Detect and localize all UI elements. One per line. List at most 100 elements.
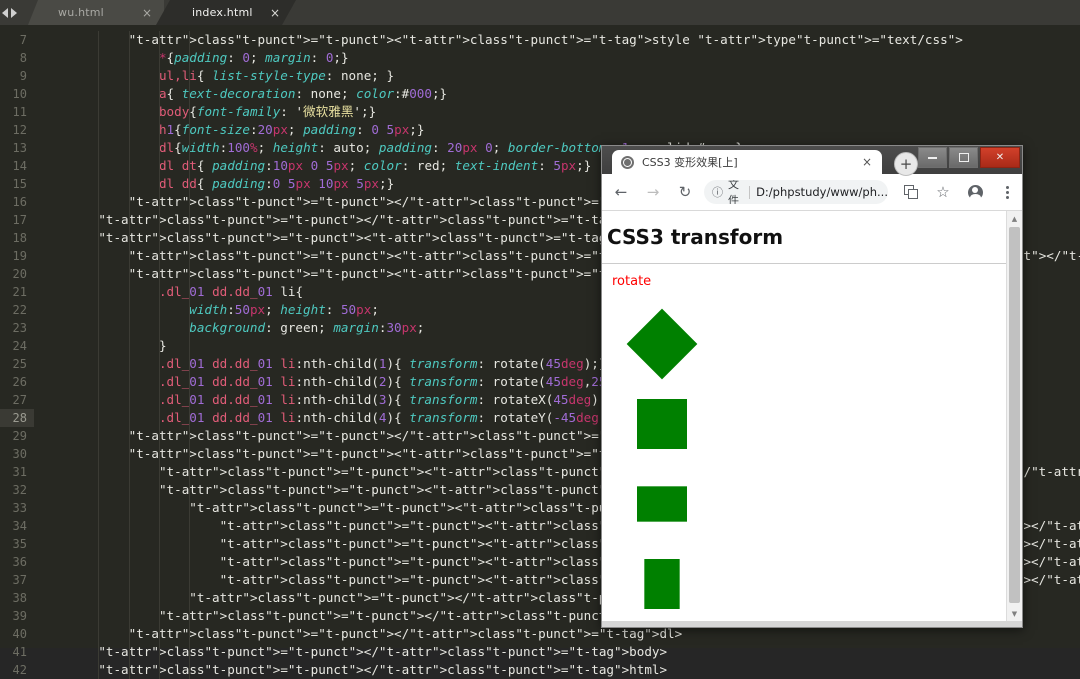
line-number-text: 21 — [12, 285, 27, 299]
line-number: 38 — [0, 589, 34, 607]
code-line[interactable]: width:50px; height: 50px; — [189, 301, 379, 319]
copy-glyph — [904, 185, 918, 199]
line-number-text: 20 — [12, 267, 27, 281]
line-number: 14 — [0, 157, 34, 175]
code-line[interactable]: "t-attr">class"t-punct">="t-punct"></"t-… — [98, 643, 667, 661]
bookmark-star-icon[interactable]: ☆ — [930, 179, 956, 205]
info-icon[interactable]: ⓘ — [712, 184, 723, 200]
tab-scroll-arrows[interactable] — [0, 4, 24, 22]
maximize-button[interactable] — [949, 147, 978, 168]
line-number-text: 29 — [12, 429, 27, 443]
scroll-up-icon[interactable]: ▲ — [1007, 211, 1022, 226]
browser-toolbar[interactable]: ← → ↻ ⓘ 文件 D:/phpstudy/www/ph... ☆ — [602, 174, 1022, 211]
code-line[interactable]: "t-attr">class"t-punct">="t-punct"><"t-a… — [98, 229, 659, 247]
code-line[interactable]: body{font-family: '微软雅黑';} — [159, 103, 376, 121]
line-number: 34 — [0, 517, 34, 535]
scrollbar-thumb[interactable] — [1009, 227, 1020, 603]
url-text: D:/phpstudy/www/ph... — [756, 185, 888, 199]
code-line[interactable]: "t-attr">class"t-punct">="t-punct"></"t-… — [98, 661, 667, 679]
line-number: 33 — [0, 499, 34, 517]
line-number: 25 — [0, 355, 34, 373]
browser-tab[interactable]: CSS3 变形效果[上] × — [612, 150, 882, 174]
code-line[interactable]: .dl_01 dd.dd_01 li{ — [159, 283, 303, 301]
line-number-text: 31 — [12, 465, 27, 479]
code-line[interactable]: background: green; margin:30px; — [189, 319, 424, 337]
tab-close-icon[interactable]: × — [142, 6, 152, 20]
page-scrollbar[interactable]: ▲ ▼ — [1006, 211, 1022, 621]
line-number-text: 30 — [12, 447, 27, 461]
line-number: 31 — [0, 463, 34, 481]
window-titlebar[interactable]: CSS3 变形效果[上] × + ✕ — [602, 146, 1022, 176]
page-viewport[interactable]: CSS3 transform rotate ▲ ▼ — [602, 211, 1022, 621]
line-number-text: 14 — [12, 159, 27, 173]
avatar-glyph — [967, 184, 983, 201]
scroll-left-icon[interactable] — [2, 8, 8, 18]
close-button[interactable]: ✕ — [980, 147, 1020, 168]
line-number-text: 32 — [12, 483, 27, 497]
line-number-text: 23 — [12, 321, 27, 335]
line-number: 15 — [0, 175, 34, 193]
line-number-text: 9 — [19, 69, 27, 83]
browser-tab-close-icon[interactable]: × — [862, 155, 872, 169]
line-number: 13 — [0, 139, 34, 157]
profile-avatar-icon[interactable] — [962, 179, 988, 205]
line-number: 42 — [0, 661, 34, 679]
line-number-text: 16 — [12, 195, 27, 209]
line-number: 18 — [0, 229, 34, 247]
line-number: 21 — [0, 283, 34, 301]
indent-guide — [189, 31, 191, 679]
code-line[interactable]: } — [159, 337, 167, 355]
line-number-text: 37 — [12, 573, 27, 587]
browser-tab-title: CSS3 变形效果[上] — [642, 156, 738, 169]
line-number: 10 — [0, 85, 34, 103]
kebab-menu-icon[interactable] — [994, 179, 1020, 205]
close-icon: ✕ — [995, 151, 1005, 163]
reload-icon[interactable]: ↻ — [672, 179, 698, 205]
minimize-button[interactable] — [918, 147, 947, 168]
line-number: 11 — [0, 103, 34, 121]
code-line[interactable]: a{ text-decoration: none; color:#000;} — [159, 85, 447, 103]
code-line[interactable]: .dl_01 dd.dd_01 li:nth-child(3){ transfo… — [159, 391, 614, 409]
code-line[interactable]: ul,li{ list-style-type: none; } — [159, 67, 394, 85]
editor-tab-bar: wu.html × index.html × — [0, 0, 1080, 25]
code-line[interactable]: *{padding: 0; margin: 0;} — [159, 49, 349, 67]
line-number-text: 40 — [12, 627, 27, 641]
code-line[interactable]: .dl_01 dd.dd_01 li:nth-child(2){ transfo… — [159, 373, 652, 391]
editor-tab-wu-html[interactable]: wu.html × — [28, 0, 164, 25]
line-number-text: 24 — [12, 339, 27, 353]
window-controls[interactable]: ✕ — [918, 147, 1020, 168]
line-number-text: 27 — [12, 393, 27, 407]
line-number-text: 19 — [12, 249, 27, 263]
scroll-right-icon[interactable] — [11, 8, 17, 18]
new-tab-button[interactable]: + — [894, 152, 918, 176]
tab-close-icon[interactable]: × — [270, 6, 280, 20]
tab-label: index.html — [192, 6, 253, 19]
indent-guide — [128, 31, 130, 679]
code-line[interactable]: .dl_01 dd.dd_01 li:nth-child(1){ transfo… — [159, 355, 606, 373]
address-bar[interactable]: ⓘ 文件 D:/phpstudy/www/ph... — [704, 180, 888, 204]
code-line[interactable]: "t-attr">class"t-punct">="t-punct"><"t-a… — [129, 31, 963, 49]
code-line[interactable]: "t-attr">class"t-punct">="t-punct"></"t-… — [129, 625, 683, 643]
line-number: 12 — [0, 121, 34, 139]
browser-statusbar — [602, 621, 1022, 626]
copy-icon[interactable] — [898, 179, 924, 205]
back-icon[interactable]: ← — [608, 179, 634, 205]
code-line[interactable]: dl dd{ padding:0 5px 10px 5px;} — [159, 175, 394, 193]
line-number-gutter: 7 8 9 10 11 12 13 14 15 16 17 18 19 20 21 22 23 24 25 26 27 2… — [0, 25, 34, 677]
line-number-text: 38 — [12, 591, 27, 605]
line-number-text: 7 — [19, 33, 27, 47]
editor-tab-index-html[interactable]: index.html × — [156, 0, 296, 25]
line-number: 7 — [0, 31, 34, 49]
code-line[interactable]: h1{font-size:20px; padding: 0 5px;} — [159, 121, 425, 139]
scroll-down-icon[interactable]: ▼ — [1007, 606, 1022, 621]
line-number-text: 33 — [12, 501, 27, 515]
line-number: 41 — [0, 643, 34, 661]
code-line[interactable]: dl dt{ padding:10px 0 5px; color: red; t… — [159, 157, 591, 175]
code-line[interactable]: .dl_01 dd.dd_01 li:nth-child(4){ transfo… — [159, 409, 622, 427]
minimize-icon — [928, 156, 937, 159]
line-number-text: 41 — [12, 645, 27, 659]
forward-icon[interactable]: → — [640, 179, 666, 205]
code-line[interactable]: "t-attr">class"t-punct">="t-punct"></"t-… — [98, 211, 667, 229]
toolbar-actions[interactable]: ☆ — [892, 179, 1022, 205]
chrome-browser-window[interactable]: CSS3 变形效果[上] × + ✕ ← → ↻ ⓘ 文件 D:/phpstud… — [601, 145, 1023, 628]
